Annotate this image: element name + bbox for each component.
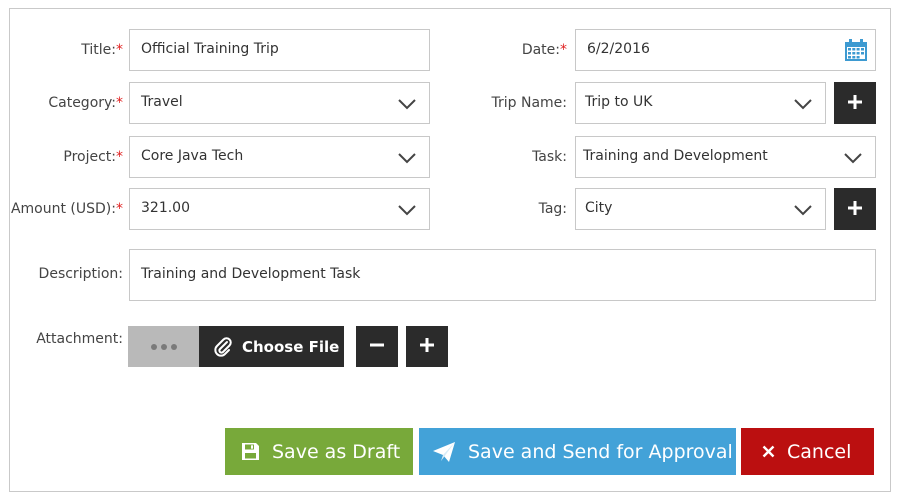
project-select[interactable]: Core Java Tech xyxy=(129,136,430,178)
save-and-send-label: Save and Send for Approval xyxy=(468,440,733,463)
required-marker: * xyxy=(116,201,123,217)
title-label: Title:* xyxy=(81,42,123,58)
chevron-down-icon xyxy=(793,95,813,117)
task-label: Task: xyxy=(532,149,567,165)
save-as-draft-label: Save as Draft xyxy=(272,440,401,463)
date-field[interactable]: 6/2/2016 xyxy=(575,29,876,71)
trip-name-value: Trip to UK xyxy=(585,94,653,110)
remove-attachment-button[interactable] xyxy=(356,326,398,367)
paperclip-icon xyxy=(214,336,232,357)
minus-icon xyxy=(370,337,384,356)
add-trip-button[interactable] xyxy=(834,82,876,124)
description-value: Training and Development Task xyxy=(141,266,361,282)
chevron-down-icon xyxy=(793,201,813,223)
attachment-filename-placeholder xyxy=(128,326,199,367)
required-marker: * xyxy=(116,42,123,58)
amount-label: Amount (USD):* xyxy=(10,201,123,217)
trip-name-label: Trip Name: xyxy=(491,95,568,111)
attachment-label: Attachment: xyxy=(36,331,123,347)
chevron-down-icon xyxy=(397,149,417,171)
chevron-down-icon xyxy=(843,149,863,171)
add-tag-button[interactable] xyxy=(834,188,876,230)
amount-value: 321.00 xyxy=(141,200,190,216)
description-field[interactable]: Training and Development Task xyxy=(129,249,876,301)
trip-name-select[interactable]: Trip to UK xyxy=(575,82,826,124)
category-label: Category:* xyxy=(48,95,123,111)
task-value: Training and Development xyxy=(583,148,768,164)
save-and-send-button[interactable]: Save and Send for Approval xyxy=(419,428,736,475)
tag-select[interactable]: City xyxy=(575,188,826,230)
title-field[interactable]: Official Training Trip xyxy=(129,29,430,71)
save-as-draft-button[interactable]: Save as Draft xyxy=(225,428,413,475)
add-attachment-button[interactable] xyxy=(406,326,448,367)
required-marker: * xyxy=(560,42,567,58)
required-marker: * xyxy=(116,149,123,165)
amount-field[interactable]: 321.00 xyxy=(129,188,430,230)
project-label: Project:* xyxy=(63,149,123,165)
floppy-disk-icon xyxy=(241,442,260,461)
paper-plane-icon xyxy=(432,441,456,463)
category-select[interactable]: Travel xyxy=(129,82,430,124)
title-value: Official Training Trip xyxy=(141,41,279,57)
chevron-down-icon xyxy=(397,201,417,223)
task-select[interactable]: Training and Development xyxy=(575,136,876,178)
project-value: Core Java Tech xyxy=(141,148,244,164)
required-marker: * xyxy=(116,95,123,111)
plus-icon xyxy=(848,94,862,113)
tag-label: Tag: xyxy=(538,201,567,217)
cancel-button[interactable]: Cancel xyxy=(741,428,874,475)
close-icon xyxy=(762,445,775,458)
description-label: Description: xyxy=(38,266,123,282)
category-value: Travel xyxy=(141,94,183,110)
plus-icon xyxy=(420,337,434,356)
tag-value: City xyxy=(585,200,613,216)
choose-file-button[interactable]: Choose File xyxy=(199,326,344,367)
date-label: Date:* xyxy=(521,42,567,58)
cancel-label: Cancel xyxy=(787,440,852,463)
choose-file-label: Choose File xyxy=(242,337,340,356)
calendar-icon[interactable] xyxy=(844,38,868,66)
date-value: 6/2/2016 xyxy=(587,41,650,57)
ellipsis-icon xyxy=(149,343,179,350)
plus-icon xyxy=(848,200,862,219)
chevron-down-icon xyxy=(397,95,417,117)
